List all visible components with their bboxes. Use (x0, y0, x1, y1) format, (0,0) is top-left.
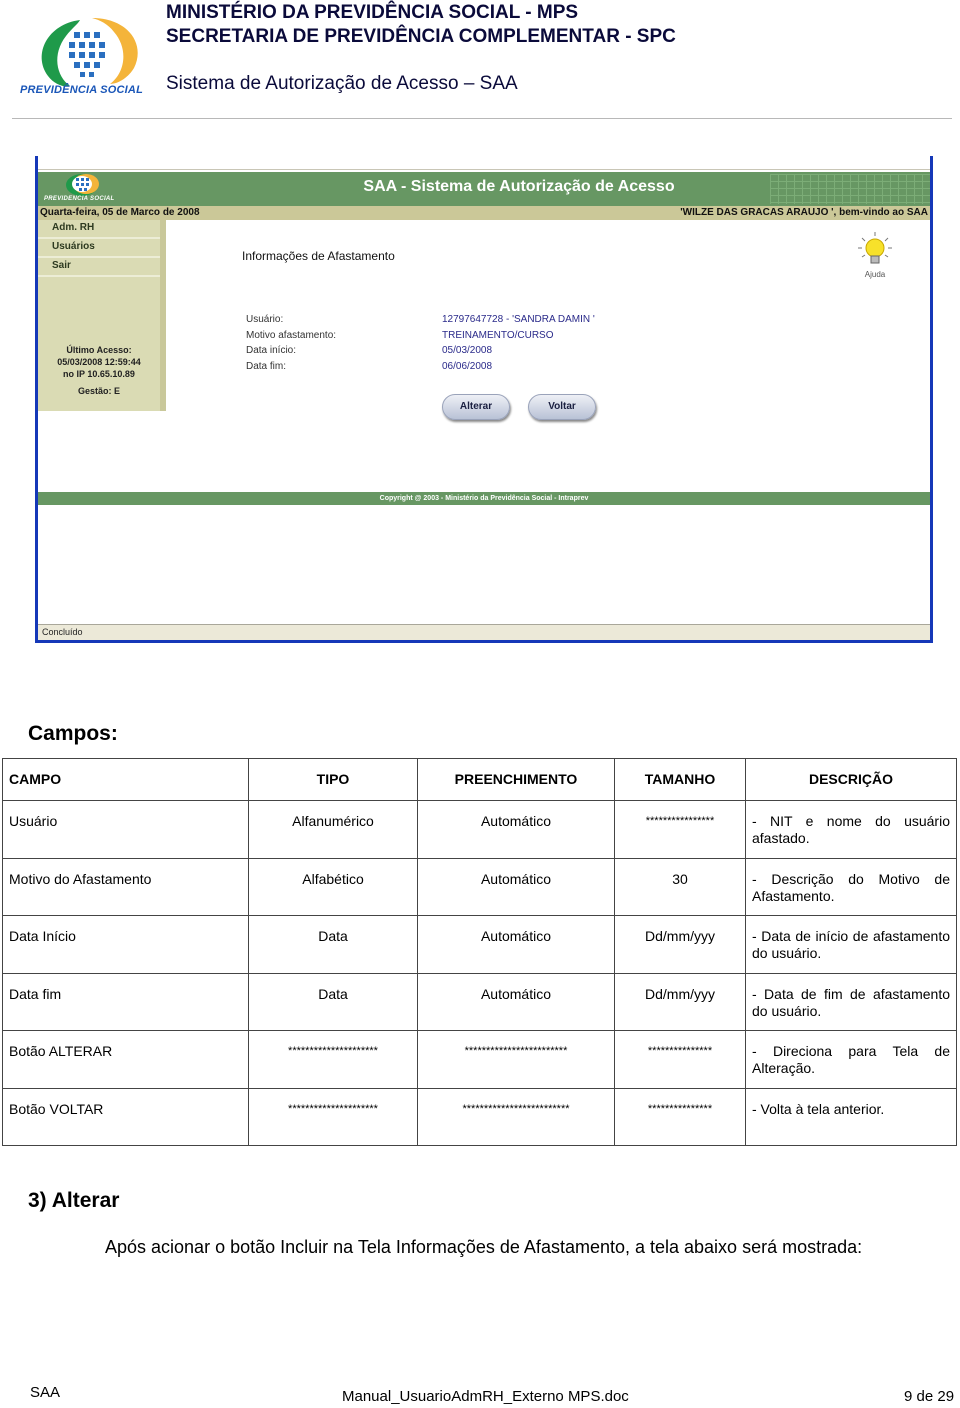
table-row: Data fim Data Automático Dd/mm/yyy - Dat… (2, 972, 957, 1031)
header-descricao: DESCRIÇÃO (745, 758, 957, 801)
footer-filename: Manual_UsuarioAdmRH_Externo MPS.doc (342, 1388, 629, 1405)
header-campo: CAMPO (2, 758, 249, 801)
cell-preenchimento: Automático (417, 857, 615, 916)
last-access-datetime: 05/03/2008 12:59:44 (57, 357, 141, 367)
system-title: Sistema de Autorização de Acesso – SAA (166, 73, 518, 94)
cell-tamanho: **************** (614, 800, 746, 859)
cell-tamanho: *************** (614, 1030, 746, 1089)
sidebar-item-adm-rh[interactable]: Adm. RH (38, 220, 160, 239)
data-fim-value: 06/06/2008 (442, 361, 493, 372)
section-alterar-heading: 3) Alterar (28, 1189, 120, 1212)
cell-tipo: Data (248, 972, 418, 1031)
header-divider (12, 118, 952, 119)
decorative-grid (770, 174, 930, 204)
cell-descricao: - NIT e nome do usuário afastado. (745, 800, 957, 859)
section-alterar-text: Após acionar o botão Incluir na Tela Inf… (105, 1237, 863, 1257)
table-header-row: CAMPO TIPO PREENCHIMENTO TAMANHO DESCRIÇ… (2, 758, 957, 801)
app-copyright: Copyright @ 2003 - Ministério da Previdê… (38, 492, 930, 505)
table-row: Motivo do Afastamento Alfabético Automát… (2, 857, 957, 916)
cell-preenchimento: ************************ (417, 1030, 615, 1089)
gestao-label: Gestão: E (77, 386, 120, 396)
cell-tipo: Data (248, 915, 418, 974)
cell-tamanho: *************** (614, 1087, 746, 1146)
secretariat-title: SECRETARIA DE PREVIDÊNCIA COMPLEMENTAR -… (166, 26, 676, 47)
sidebar-item-sair[interactable]: Sair (38, 258, 160, 277)
footer-page-number: 9 de 29 (904, 1388, 955, 1405)
cell-tamanho: Dd/mm/yyy (614, 915, 746, 974)
last-access-info: Último Acesso: 05/03/2008 12:59:44 no IP… (38, 344, 160, 380)
browser-status-bar: Concluído (38, 624, 930, 640)
usuario-value: 12797647728 - 'SANDRA DAMIN ' (442, 314, 595, 325)
app-sidebar: Adm. RH Usuários Sair Último Acesso: 05/… (38, 220, 166, 411)
motivo-value: TREINAMENTO/CURSO (442, 330, 554, 341)
data-inicio-label: Data início: (246, 345, 297, 356)
cell-campo: Motivo do Afastamento (2, 857, 249, 916)
usuario-label: Usuário: (246, 314, 284, 325)
data-inicio-value: 05/03/2008 (442, 345, 493, 356)
header-preenchimento: PREENCHIMENTO (417, 758, 615, 801)
cell-descricao: - Descrição do Motivo de Afastamento. (745, 857, 957, 916)
cell-preenchimento: Automático (417, 800, 615, 859)
header-tipo: TIPO (248, 758, 418, 801)
cell-tamanho: Dd/mm/yyy (614, 972, 746, 1031)
header-tamanho: TAMANHO (614, 758, 746, 801)
cell-preenchimento: Automático (417, 972, 615, 1031)
current-date: Quarta-feira, 05 de Marco de 2008 (40, 207, 200, 218)
lightbulb-icon (858, 232, 892, 264)
cell-descricao: - Data de fim de afastamento do usuário. (745, 972, 957, 1031)
cell-campo: Data fim (2, 972, 249, 1031)
cell-preenchimento: Automático (417, 915, 615, 974)
cell-descricao: - Volta à tela anterior. (745, 1087, 957, 1146)
data-fim-label: Data fim: (246, 361, 287, 372)
status-text: Concluído (42, 627, 83, 637)
cell-descricao: - Data de início de afastamento do usuár… (745, 915, 957, 974)
cell-descricao: - Direciona para Tela de Alteração. (745, 1030, 957, 1089)
last-access-ip: no IP 10.65.10.89 (63, 369, 135, 379)
voltar-button[interactable]: Voltar (528, 394, 596, 420)
welcome-message: 'WILZE DAS GRACAS ARAUJO ', bem-vindo ao… (680, 207, 928, 218)
table-row: Usuário Alfanumérico Automático ********… (2, 800, 957, 859)
help-label: Ajuda (864, 270, 886, 279)
sidebar-item-usuarios[interactable]: Usuários (38, 239, 160, 258)
cell-preenchimento: ************************* (417, 1087, 615, 1146)
alterar-button[interactable]: Alterar (442, 394, 510, 420)
cell-tipo: Alfabético (248, 857, 418, 916)
table-row: Botão ALTERAR ********************* ****… (2, 1030, 957, 1089)
campos-heading: Campos: (28, 722, 118, 745)
table-row: Botão VOLTAR ********************* *****… (2, 1087, 957, 1146)
mini-logo-text: PREVIDENCIA SOCIAL (44, 196, 115, 202)
cell-tamanho: 30 (614, 857, 746, 916)
cell-campo: Botão ALTERAR (2, 1030, 249, 1089)
fields-table: CAMPO TIPO PREENCHIMENTO TAMANHO DESCRIÇ… (2, 758, 957, 1146)
help-button[interactable]: Ajuda (850, 230, 900, 282)
cell-campo: Data Início (2, 915, 249, 974)
app-banner: PREVIDENCIA SOCIAL SAA - Sistema de Auto… (38, 172, 930, 206)
motivo-label: Motivo afastamento: (246, 330, 337, 341)
info-bar: Quarta-feira, 05 de Marco de 2008 'WILZE… (38, 206, 930, 220)
cell-tipo: ********************* (248, 1030, 418, 1089)
last-access-label: Último Acesso: (66, 345, 132, 355)
cell-tipo: ********************* (248, 1087, 418, 1146)
document-header: PREVIDÊNCIA SOCIAL MINISTÉRIO DA PREVIDÊ… (0, 0, 960, 122)
cell-campo: Usuário (2, 800, 249, 859)
embedded-app-screenshot: PREVIDENCIA SOCIAL SAA - Sistema de Auto… (35, 156, 933, 643)
cell-tipo: Alfanumérico (248, 800, 418, 859)
logo-text: PREVIDÊNCIA SOCIAL (20, 84, 143, 96)
page-title: Informações de Afastamento (242, 249, 395, 263)
footer-system: SAA (30, 1384, 61, 1401)
cell-campo: Botão VOLTAR (2, 1087, 249, 1146)
table-row: Data Início Data Automático Dd/mm/yyy - … (2, 915, 957, 974)
browser-toolbar-edge (38, 156, 930, 170)
ministry-title: MINISTÉRIO DA PREVIDÊNCIA SOCIAL - MPS (166, 2, 579, 23)
